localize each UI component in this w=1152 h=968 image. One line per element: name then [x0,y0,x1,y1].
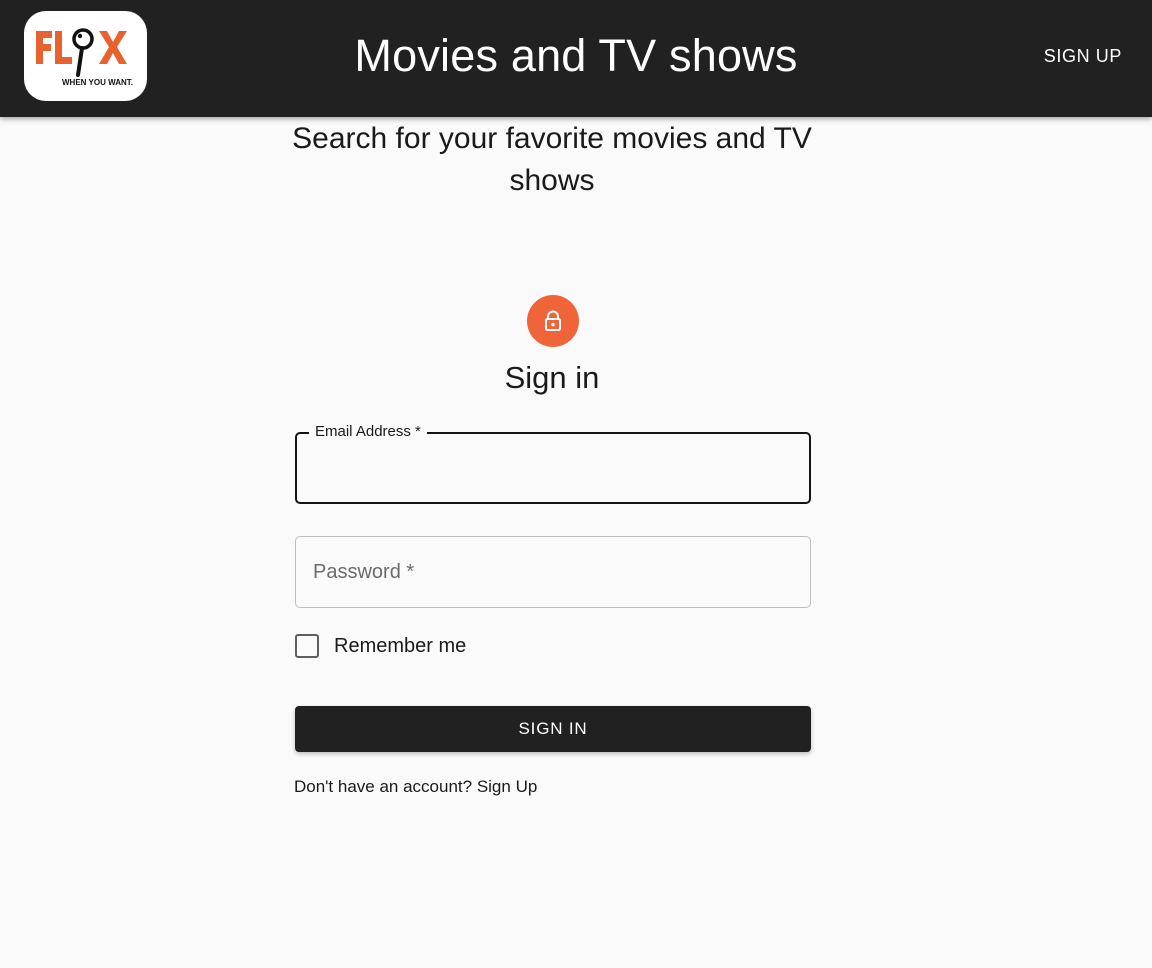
password-field[interactable]: Password * [295,536,811,608]
password-input[interactable] [296,537,810,607]
email-field[interactable]: Email Address * [295,422,811,504]
signup-link[interactable]: Don't have an account? Sign Up [294,776,537,798]
flix-logo[interactable]: WHEN YOU WANT. [24,11,147,101]
page-subtitle: Search for your favorite movies and TV s… [292,122,812,197]
remember-me-checkbox[interactable] [295,634,319,658]
email-input[interactable] [297,434,809,502]
email-field-label: Email Address * [309,422,427,442]
sign-in-button[interactable]: SIGN IN [295,706,811,752]
remember-me[interactable]: Remember me [295,632,466,660]
lock-icon [545,310,561,331]
remember-me-label[interactable]: Remember me [334,634,466,658]
app-bar: WHEN YOU WANT. Movies and TV shows SIGN … [0,0,1152,117]
flix-logo-icon: WHEN YOU WANT. [36,28,133,87]
app-title: Movies and TV shows [354,30,798,81]
signin-heading: Sign in [504,360,600,395]
logo-tagline: WHEN YOU WANT. [62,78,133,87]
signup-nav-button[interactable]: SIGN UP [1044,44,1122,68]
lock-avatar [527,295,579,347]
